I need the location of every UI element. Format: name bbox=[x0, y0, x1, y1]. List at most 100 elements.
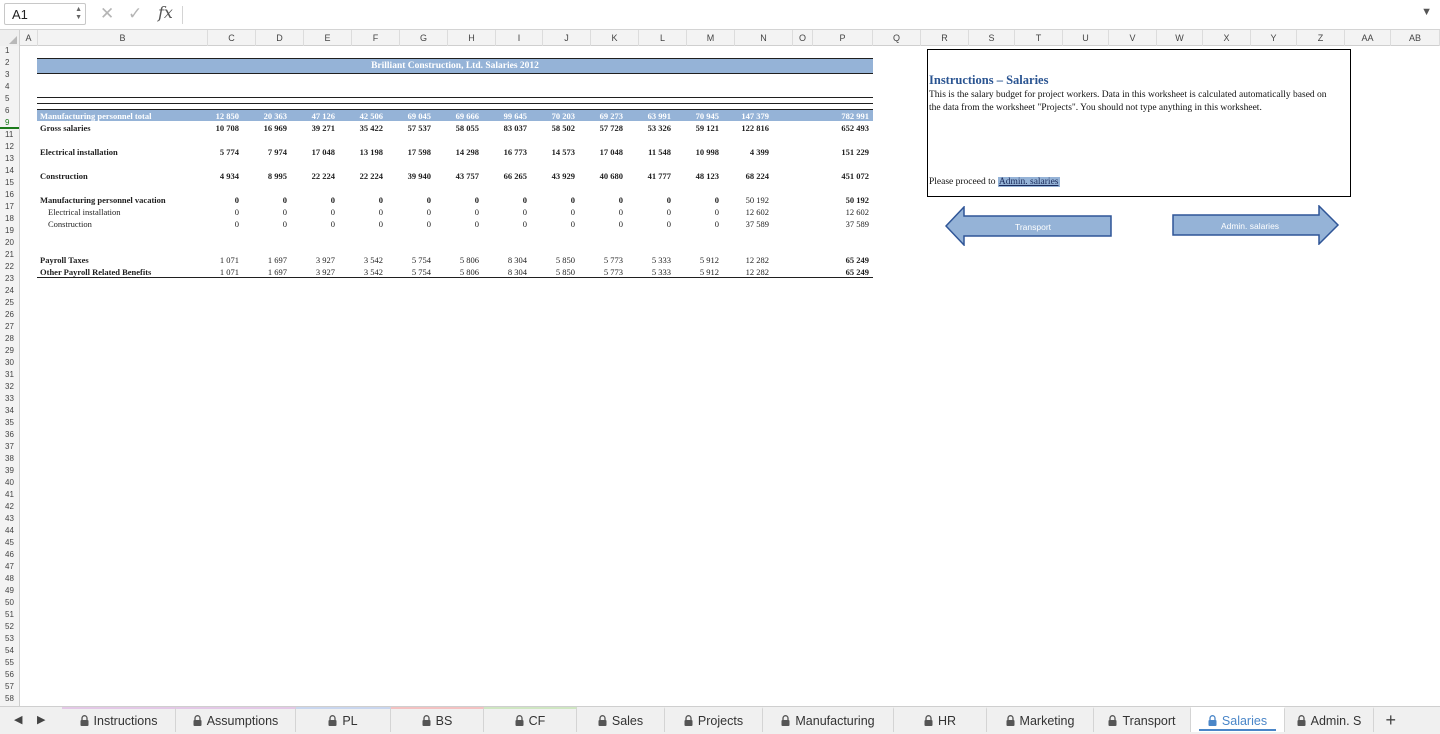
value-cell[interactable]: 0 bbox=[675, 206, 719, 218]
value-cell[interactable]: 59 121 bbox=[675, 122, 719, 134]
value-cell[interactable]: 50 192 bbox=[825, 194, 869, 206]
value-cell[interactable]: 0 bbox=[531, 218, 575, 230]
formula-input[interactable] bbox=[188, 4, 1408, 26]
column-header[interactable]: L bbox=[639, 30, 687, 46]
column-header[interactable]: K bbox=[591, 30, 639, 46]
row-header[interactable]: 44 bbox=[0, 525, 19, 537]
value-cell[interactable]: 0 bbox=[195, 218, 239, 230]
row-header[interactable]: 42 bbox=[0, 501, 19, 513]
column-header[interactable]: Y bbox=[1251, 30, 1297, 46]
value-cell[interactable]: 50 192 bbox=[725, 194, 769, 206]
value-cell[interactable]: 57 537 bbox=[387, 122, 431, 134]
column-header[interactable]: W bbox=[1157, 30, 1203, 46]
column-header[interactable]: Z bbox=[1297, 30, 1345, 46]
value-cell[interactable]: 122 816 bbox=[725, 122, 769, 134]
row-label[interactable]: Electrical installation bbox=[40, 146, 118, 158]
tab-sales[interactable]: Sales bbox=[577, 707, 665, 732]
row-header[interactable]: 39 bbox=[0, 465, 19, 477]
value-cell[interactable]: 0 bbox=[339, 218, 383, 230]
value-cell[interactable]: 12 282 bbox=[725, 254, 769, 266]
row-header[interactable]: 34 bbox=[0, 405, 19, 417]
value-cell[interactable]: 12 602 bbox=[825, 206, 869, 218]
row-header[interactable]: 5 bbox=[0, 93, 19, 105]
column-header[interactable]: S bbox=[969, 30, 1015, 46]
column-header[interactable]: A bbox=[20, 30, 38, 46]
add-sheet-button[interactable]: + bbox=[1385, 708, 1396, 732]
value-cell[interactable]: 0 bbox=[387, 218, 431, 230]
row-header[interactable]: 48 bbox=[0, 573, 19, 585]
column-header[interactable]: E bbox=[304, 30, 352, 46]
value-cell[interactable]: 58 502 bbox=[531, 122, 575, 134]
value-cell[interactable]: 652 493 bbox=[825, 122, 869, 134]
row-header[interactable]: 41 bbox=[0, 489, 19, 501]
row-header[interactable]: 9 bbox=[0, 117, 19, 129]
value-cell[interactable]: 41 777 bbox=[627, 170, 671, 182]
value-cell[interactable]: 70 203 bbox=[531, 110, 575, 122]
value-cell[interactable]: 17 598 bbox=[387, 146, 431, 158]
value-cell[interactable]: 43 929 bbox=[531, 170, 575, 182]
value-cell[interactable]: 0 bbox=[627, 218, 671, 230]
value-cell[interactable]: 1 697 bbox=[243, 254, 287, 266]
value-cell[interactable]: 3 927 bbox=[291, 254, 335, 266]
column-header[interactable]: G bbox=[400, 30, 448, 46]
value-cell[interactable]: 14 573 bbox=[531, 146, 575, 158]
value-cell[interactable]: 451 072 bbox=[825, 170, 869, 182]
row-header[interactable]: 17 bbox=[0, 201, 19, 213]
row-header[interactable]: 54 bbox=[0, 645, 19, 657]
row-header[interactable]: 11 bbox=[0, 129, 19, 141]
value-cell[interactable]: 42 506 bbox=[339, 110, 383, 122]
value-cell[interactable]: 0 bbox=[291, 194, 335, 206]
name-box-stepper-icon[interactable]: ▲ ▼ bbox=[75, 6, 82, 22]
name-box[interactable]: A1 ▲ ▼ bbox=[4, 3, 86, 25]
value-cell[interactable]: 37 589 bbox=[825, 218, 869, 230]
column-header[interactable]: Q bbox=[873, 30, 921, 46]
value-cell[interactable]: 0 bbox=[627, 206, 671, 218]
next-sheet-icon[interactable]: ▶ bbox=[37, 713, 45, 726]
value-cell[interactable]: 12 850 bbox=[195, 110, 239, 122]
value-cell[interactable]: 16 773 bbox=[483, 146, 527, 158]
value-cell[interactable]: 8 304 bbox=[483, 254, 527, 266]
value-cell[interactable]: 68 224 bbox=[725, 170, 769, 182]
row-header[interactable]: 1 bbox=[0, 46, 19, 57]
row-header[interactable]: 53 bbox=[0, 633, 19, 645]
tab-cf[interactable]: CF bbox=[484, 707, 577, 732]
value-cell[interactable]: 5 912 bbox=[675, 254, 719, 266]
value-cell[interactable]: 17 048 bbox=[291, 146, 335, 158]
row-label[interactable]: Payroll Taxes bbox=[40, 254, 89, 266]
column-header[interactable]: AA bbox=[1345, 30, 1391, 46]
value-cell[interactable]: 0 bbox=[291, 218, 335, 230]
worksheet-grid[interactable]: Brilliant Construction, Ltd. Salaries 20… bbox=[20, 46, 1440, 706]
tab-hr[interactable]: HR bbox=[894, 707, 987, 732]
tab-admin-s[interactable]: Admin. S bbox=[1285, 707, 1374, 732]
tab-salaries[interactable]: Salaries bbox=[1191, 707, 1285, 732]
value-cell[interactable]: 65 249 bbox=[825, 254, 869, 266]
row-header[interactable]: 22 bbox=[0, 261, 19, 273]
value-cell[interactable]: 13 198 bbox=[339, 146, 383, 158]
value-cell[interactable]: 69 273 bbox=[579, 110, 623, 122]
value-cell[interactable]: 0 bbox=[243, 194, 287, 206]
row-header[interactable]: 6 bbox=[0, 105, 19, 117]
value-cell[interactable]: 53 326 bbox=[627, 122, 671, 134]
row-label[interactable]: Gross salaries bbox=[40, 122, 91, 134]
row-header[interactable]: 46 bbox=[0, 549, 19, 561]
value-cell[interactable]: 43 757 bbox=[435, 170, 479, 182]
column-header[interactable]: P bbox=[813, 30, 873, 46]
row-label[interactable]: Manufacturing personnel vacation bbox=[40, 194, 166, 206]
tab-instructions[interactable]: Instructions bbox=[62, 707, 176, 732]
row-header[interactable]: 45 bbox=[0, 537, 19, 549]
column-header[interactable]: M bbox=[687, 30, 735, 46]
row-header[interactable]: 3 bbox=[0, 69, 19, 81]
value-cell[interactable]: 0 bbox=[243, 206, 287, 218]
row-header[interactable]: 52 bbox=[0, 621, 19, 633]
value-cell[interactable]: 4 399 bbox=[725, 146, 769, 158]
admin-salaries-forward-button[interactable]: Admin. salaries bbox=[1172, 205, 1340, 245]
value-cell[interactable]: 12 602 bbox=[725, 206, 769, 218]
value-cell[interactable]: 39 271 bbox=[291, 122, 335, 134]
row-header[interactable]: 55 bbox=[0, 657, 19, 669]
value-cell[interactable]: 5 773 bbox=[579, 254, 623, 266]
value-cell[interactable]: 0 bbox=[243, 218, 287, 230]
row-header[interactable]: 16 bbox=[0, 189, 19, 201]
value-cell[interactable]: 0 bbox=[291, 206, 335, 218]
value-cell[interactable]: 0 bbox=[387, 194, 431, 206]
value-cell[interactable]: 69 666 bbox=[435, 110, 479, 122]
